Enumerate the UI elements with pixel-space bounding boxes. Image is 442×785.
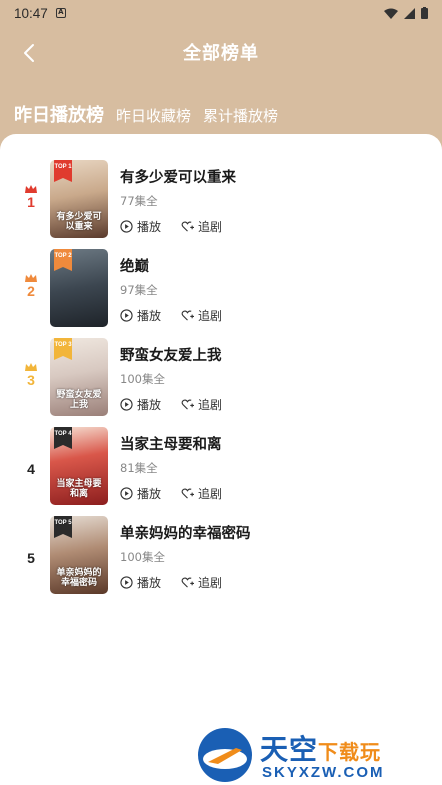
play-button[interactable]: 播放 xyxy=(120,485,161,502)
back-button[interactable] xyxy=(16,40,42,66)
drama-title: 野蛮女友爱上我 xyxy=(120,348,222,364)
follow-button[interactable]: 追剧 xyxy=(181,574,222,591)
drama-cover[interactable]: TOP 5 单亲妈妈的幸福密码 xyxy=(50,516,108,594)
play-icon xyxy=(120,309,133,322)
page-title: 全部榜单 xyxy=(183,43,259,64)
cover-title: 当家主母要和离 xyxy=(56,479,102,499)
rank-number: 1 xyxy=(27,194,35,210)
drama-title: 单亲妈妈的幸福密码 xyxy=(120,526,251,542)
drama-cover[interactable]: TOP 3 野蛮女友爱上我 xyxy=(50,338,108,416)
heart-plus-icon xyxy=(181,399,195,410)
rank-number: 5 xyxy=(27,550,35,566)
watermark-title: 天空下载玩 xyxy=(260,733,382,766)
follow-button[interactable]: 追剧 xyxy=(181,396,222,413)
follow-label: 追剧 xyxy=(198,398,223,412)
episode-count: 77集全 xyxy=(120,194,158,208)
notification-icon: A xyxy=(55,8,66,18)
status-time: 10:47 xyxy=(14,5,48,21)
item-actions: 播放 追剧 xyxy=(120,574,222,591)
chevron-left-icon xyxy=(24,44,34,62)
follow-label: 追剧 xyxy=(198,576,223,590)
status-bar: 10:47 A xyxy=(0,0,442,26)
follow-button[interactable]: 追剧 xyxy=(181,307,222,324)
episode-count: 100集全 xyxy=(120,372,165,386)
follow-button[interactable]: 追剧 xyxy=(181,218,222,235)
rank-number: 3 xyxy=(27,372,35,388)
list-item[interactable]: 4 TOP 4 当家主母要和离 当家主母要和离 81集全 播放 追剧 xyxy=(0,427,442,507)
cover-title: 有多少爱可以重来 xyxy=(56,212,102,232)
follow-label: 追剧 xyxy=(198,220,223,234)
play-button[interactable]: 播放 xyxy=(120,218,161,235)
drama-title: 绝巅 xyxy=(120,259,149,275)
play-label: 播放 xyxy=(137,576,162,590)
top-badge: TOP 1 xyxy=(54,160,72,182)
rank-number: 4 xyxy=(27,461,35,477)
play-label: 播放 xyxy=(137,220,162,234)
cover-title: 单亲妈妈的幸福密码 xyxy=(56,568,102,588)
play-button[interactable]: 播放 xyxy=(120,307,161,324)
top-badge: TOP 3 xyxy=(54,338,72,360)
item-actions: 播放 追剧 xyxy=(120,218,222,235)
top-badge: TOP 2 xyxy=(54,249,72,271)
top-badge: TOP 5 xyxy=(54,516,72,538)
list-item[interactable]: 2 TOP 2 绝巅 97集全 播放 追剧 xyxy=(0,249,442,329)
globe-logo-icon xyxy=(198,728,252,782)
list-item[interactable]: 5 TOP 5 单亲妈妈的幸福密码 单亲妈妈的幸福密码 100集全 播放 追剧 xyxy=(0,516,442,596)
rank-number: 2 xyxy=(27,283,35,299)
follow-button[interactable]: 追剧 xyxy=(181,485,222,502)
drama-cover[interactable]: TOP 2 xyxy=(50,249,108,327)
play-icon xyxy=(120,576,133,589)
play-button[interactable]: 播放 xyxy=(120,574,161,591)
site-watermark: 天空下载玩 SKYXZW.COM xyxy=(196,724,442,785)
follow-label: 追剧 xyxy=(198,309,223,323)
ranking-list: 1 TOP 1 有多少爱可以重来 有多少爱可以重来 77集全 播放 追剧 2 T… xyxy=(0,134,442,785)
heart-plus-icon xyxy=(181,310,195,321)
tab-total-play[interactable]: 累计播放榜 xyxy=(203,105,278,130)
heart-plus-icon xyxy=(181,221,195,232)
heart-plus-icon xyxy=(181,488,195,499)
play-icon xyxy=(120,487,133,500)
tab-yesterday-favorite[interactable]: 昨日收藏榜 xyxy=(116,105,191,130)
item-actions: 播放 追剧 xyxy=(120,485,222,502)
wifi-icon xyxy=(384,8,398,19)
item-actions: 播放 追剧 xyxy=(120,307,222,324)
follow-label: 追剧 xyxy=(198,487,223,501)
drama-cover[interactable]: TOP 4 当家主母要和离 xyxy=(50,427,108,505)
episode-count: 100集全 xyxy=(120,550,165,564)
list-item[interactable]: 1 TOP 1 有多少爱可以重来 有多少爱可以重来 77集全 播放 追剧 xyxy=(0,160,442,240)
battery-icon xyxy=(421,7,428,19)
episode-count: 97集全 xyxy=(120,283,158,297)
status-icons xyxy=(384,7,428,19)
top-badge: TOP 4 xyxy=(54,427,72,449)
item-actions: 播放 追剧 xyxy=(120,396,222,413)
drama-title: 有多少爱可以重来 xyxy=(120,170,236,186)
crown-icon xyxy=(25,274,37,282)
heart-plus-icon xyxy=(181,577,195,588)
signal-icon xyxy=(404,7,415,19)
ranking-tabs: 昨日播放榜 昨日收藏榜 累计播放榜 xyxy=(0,94,442,130)
play-label: 播放 xyxy=(137,309,162,323)
play-label: 播放 xyxy=(137,487,162,501)
list-item[interactable]: 3 TOP 3 野蛮女友爱上我 野蛮女友爱上我 100集全 播放 追剧 xyxy=(0,338,442,418)
tab-yesterday-play[interactable]: 昨日播放榜 xyxy=(14,101,104,130)
cover-title: 野蛮女友爱上我 xyxy=(56,390,102,410)
play-icon xyxy=(120,220,133,233)
header-bar: 全部榜单 xyxy=(0,30,442,74)
crown-icon xyxy=(25,185,37,193)
drama-title: 当家主母要和离 xyxy=(120,437,222,453)
play-icon xyxy=(120,398,133,411)
drama-cover[interactable]: TOP 1 有多少爱可以重来 xyxy=(50,160,108,238)
crown-icon xyxy=(25,363,37,371)
play-button[interactable]: 播放 xyxy=(120,396,161,413)
watermark-url: SKYXZW.COM xyxy=(262,764,385,781)
play-label: 播放 xyxy=(137,398,162,412)
episode-count: 81集全 xyxy=(120,461,158,475)
